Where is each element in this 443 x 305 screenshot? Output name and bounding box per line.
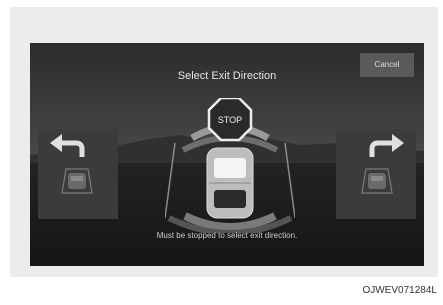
figure-caption: OJWEV071284L xyxy=(362,285,438,296)
cancel-button[interactable]: Cancel xyxy=(360,53,414,77)
stop-sign-label: STOP xyxy=(218,115,242,125)
exit-direction-screen: Select Exit Direction Cancel STOP Must b… xyxy=(30,43,424,266)
exit-left-button[interactable] xyxy=(38,129,118,219)
exit-right-button[interactable] xyxy=(336,129,416,219)
status-message: Must be stopped to select exit direction… xyxy=(156,231,298,240)
left-turn-arrow-car-icon xyxy=(50,134,93,194)
vehicle-sensor-graphic: STOP xyxy=(165,98,295,233)
vehicle-top-view-icon xyxy=(206,147,254,219)
stop-sign-icon: STOP xyxy=(207,98,253,142)
right-turn-arrow-car-icon xyxy=(361,134,404,194)
